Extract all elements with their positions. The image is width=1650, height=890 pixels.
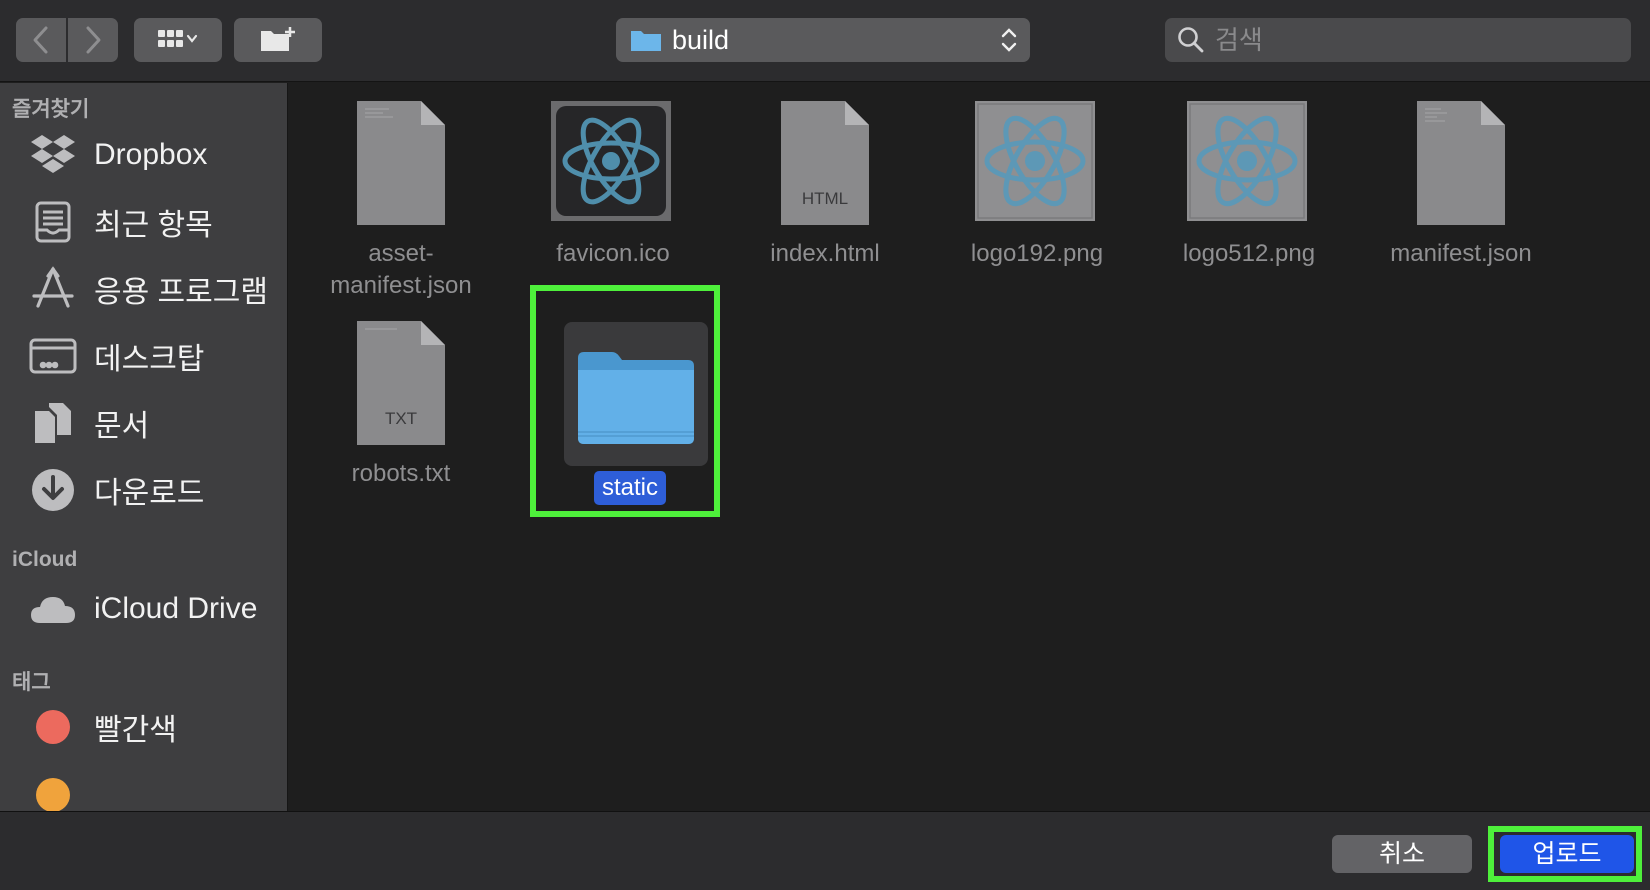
file-item[interactable]: asset- manifest.json (301, 83, 501, 299)
recents-icon (28, 197, 78, 247)
applications-icon (28, 264, 78, 314)
toolbar: build (0, 0, 1650, 82)
react-logo-icon (551, 101, 671, 221)
dialog-footer: 취소 업로드 (0, 811, 1650, 890)
orange-tag-icon (28, 770, 78, 811)
folder-icon (631, 31, 661, 51)
sidebar-item-dropbox[interactable]: Dropbox (0, 125, 287, 185)
sidebar-item-tag-red[interactable]: 빨간색 (0, 697, 287, 757)
file-item[interactable]: logo512.png (1149, 83, 1349, 283)
chevron-left-icon (33, 26, 48, 54)
dropbox-icon (28, 130, 78, 180)
file-name: index.html (770, 240, 880, 267)
sidebar-label: iCloud Drive (94, 592, 258, 625)
red-tag-icon (28, 702, 78, 752)
new-folder-icon (261, 27, 295, 51)
file-type-badge: TXT (384, 409, 418, 428)
file-item[interactable]: HTML index.html (725, 83, 925, 283)
selected-file-name: static (594, 471, 667, 505)
sidebar-item-documents[interactable]: 문서 (0, 393, 287, 453)
view-mode-button[interactable] (134, 18, 222, 62)
search-box[interactable] (1165, 18, 1631, 62)
sidebar-item-applications[interactable]: 응용 프로그램 (0, 259, 287, 319)
file-type-badge: HTML (801, 189, 849, 208)
file-browser: asset- manifest.json favicon.ico HTML in… (289, 83, 1650, 811)
document-icon (1417, 101, 1505, 225)
section-icloud: iCloud (12, 548, 78, 571)
desktop-icon (28, 331, 78, 381)
upload-button[interactable]: 업로드 (1500, 835, 1634, 873)
sidebar-item-tag-orange[interactable] (0, 765, 287, 811)
sidebar-label: 빨간색 (94, 714, 177, 747)
sidebar-label: 문서 (94, 410, 150, 443)
file-item[interactable]: TXT robots.txt (301, 303, 501, 503)
sidebar-item-downloads[interactable]: 다운로드 (0, 460, 287, 520)
react-logo-icon (1187, 101, 1307, 221)
file-name-line: asset- (368, 240, 434, 267)
documents-icon (28, 398, 78, 448)
sidebar-item-recents[interactable]: 최근 항목 (0, 192, 287, 252)
grid-view-icon (158, 30, 198, 47)
chevron-right-icon (86, 26, 101, 54)
sidebar-label: 최근 항목 (94, 209, 213, 242)
sidebar: 즐겨찾기 Dropbox 최근 항목 응용 프로그램 데스크탑 문서 다운로드 … (0, 83, 288, 811)
section-favorites: 즐겨찾기 (12, 98, 90, 121)
file-name: favicon.ico (556, 240, 670, 267)
path-label: build (672, 24, 730, 55)
sidebar-label: 응용 프로그램 (94, 276, 268, 309)
file-item[interactable]: logo192.png (937, 83, 1137, 283)
download-icon (28, 465, 78, 515)
file-name: manifest.json (1390, 240, 1532, 267)
back-button[interactable] (16, 18, 66, 62)
folder-icon (578, 352, 694, 444)
cloud-icon (28, 584, 78, 634)
cancel-button[interactable]: 취소 (1332, 835, 1472, 873)
path-select[interactable]: build (616, 18, 1030, 62)
file-name: logo512.png (1182, 240, 1316, 267)
sidebar-item-desktop[interactable]: 데스크탑 (0, 326, 287, 386)
folder-item-static[interactable] (564, 322, 708, 466)
forward-button[interactable] (68, 18, 118, 62)
file-name-line: manifest.json (330, 272, 472, 299)
search-input[interactable] (1215, 24, 1615, 56)
document-icon (357, 101, 445, 225)
section-tags: 태그 (12, 671, 51, 694)
file-name: logo192.png (970, 240, 1104, 267)
react-logo-icon (975, 101, 1095, 221)
up-down-chevron-icon (1001, 28, 1017, 52)
file-item[interactable]: manifest.json (1361, 83, 1561, 283)
file-item[interactable]: favicon.ico (513, 83, 713, 283)
sidebar-label: 다운로드 (94, 477, 205, 510)
new-folder-button[interactable] (234, 18, 322, 62)
sidebar-label: 데스크탑 (94, 343, 205, 376)
file-name: robots.txt (351, 460, 451, 487)
sidebar-label: Dropbox (94, 138, 208, 171)
sidebar-item-icloud-drive[interactable]: iCloud Drive (0, 579, 287, 639)
file-name: asset- manifest.json (301, 238, 501, 302)
search-icon (1178, 27, 1204, 53)
